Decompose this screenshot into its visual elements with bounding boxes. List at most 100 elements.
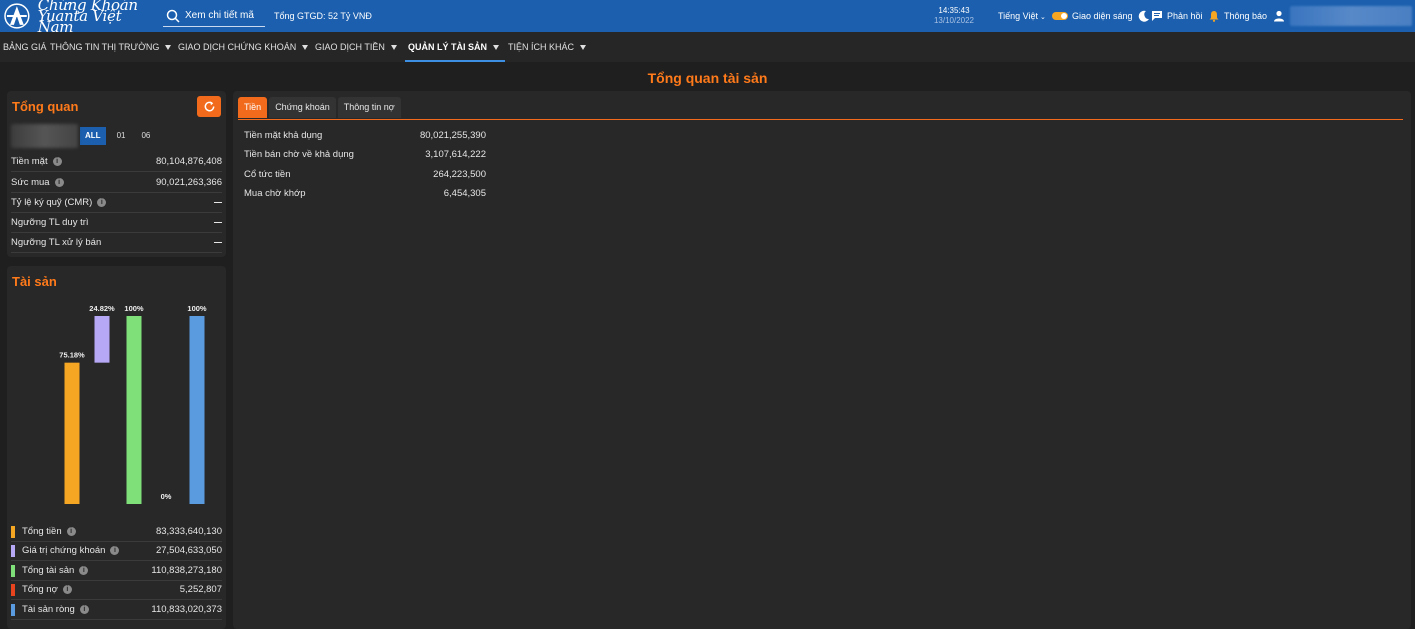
legend-row: Tổng nợ i 5,252,807 xyxy=(11,580,222,600)
info-icon[interactable]: i xyxy=(62,585,72,594)
legend-value: 83,333,640,130 xyxy=(155,526,222,537)
search-placeholder: Xem chi tiết mã xyxy=(185,10,254,21)
bar-1 xyxy=(64,362,80,504)
bar-2 xyxy=(94,316,110,363)
nav-label: BẢNG GIÁ xyxy=(3,42,47,52)
account-tab-01[interactable]: 01 xyxy=(112,127,131,145)
overview-row-liquidation-ratio: Ngưỡng TL xử lý bán xyxy=(11,233,222,253)
cash-value: 3,107,614,222 xyxy=(425,149,486,160)
row-label: Ngưỡng TL xử lý bán xyxy=(11,237,102,248)
account-name-blurred[interactable] xyxy=(1290,6,1412,26)
info-icon[interactable]: i xyxy=(110,546,120,555)
legend-value: 110,838,273,180 xyxy=(151,565,222,576)
tab-debt-info[interactable]: Thông tin nợ xyxy=(337,97,401,118)
feedback-icon xyxy=(1152,11,1162,21)
overview-title: Tổng quan xyxy=(12,99,79,114)
nav-label: QUẢN LÝ TÀI SẢN xyxy=(408,42,488,52)
nav-item-bang-gia[interactable]: BẢNG GIÁ xyxy=(3,42,47,52)
info-icon[interactable]: i xyxy=(79,605,89,614)
tab-divider xyxy=(238,119,1403,120)
cash-value: 6,454,305 xyxy=(443,188,486,199)
notification-button[interactable]: Thông báo xyxy=(1208,10,1267,22)
tab-securities[interactable]: Chứng khoán xyxy=(269,97,336,118)
asset-detail-panel: Tiền Chứng khoán Thông tin nợ Tiền mặt k… xyxy=(233,91,1411,629)
cash-label: Tiền bán chờ về khả dụng xyxy=(244,149,354,160)
language-label: Tiếng Việt xyxy=(998,11,1039,21)
legend-label: Tổng tài sản i xyxy=(11,564,89,577)
user-menu[interactable] xyxy=(1273,9,1289,27)
row-label: Sức mua i xyxy=(11,177,64,188)
cash-row-pending-buy: Mua chờ khớp 6,454,305 xyxy=(244,188,486,199)
nav-label: GIAO DỊCH TIỀN xyxy=(315,42,385,52)
logo-line2: Yuanta Việt Nam xyxy=(37,6,122,36)
logo-icon xyxy=(4,3,30,29)
legend-swatch xyxy=(11,603,15,616)
clock-time: 14:35:43 xyxy=(938,6,970,15)
nav-active-indicator xyxy=(405,60,505,62)
total-trade-value: Tổng GTGD: 52 Tỷ VNĐ xyxy=(274,11,372,21)
info-icon[interactable]: i xyxy=(66,527,76,536)
legend-label: Tài sản ròng i xyxy=(11,603,89,616)
legend-label: Tổng nợ i xyxy=(11,583,72,596)
account-tab-06[interactable]: 06 xyxy=(136,127,155,145)
caret-down-icon xyxy=(580,44,587,50)
info-icon[interactable]: i xyxy=(54,178,64,187)
info-icon[interactable]: i xyxy=(97,198,107,207)
legend-label-text: Tổng tài sản xyxy=(22,565,75,576)
info-icon[interactable]: i xyxy=(52,157,62,166)
legend-row: Giá trị chứng khoán i 27,504,633,050 xyxy=(11,541,222,561)
page-title: Tổng quan tài sản xyxy=(647,70,768,86)
nav-item-market-info[interactable]: THÔNG TIN THỊ TRƯỜNG xyxy=(50,42,172,52)
legend-swatch xyxy=(11,564,15,577)
nav-label: TIỆN ÍCH KHÁC xyxy=(508,42,575,52)
account-selector: ALL 01 06 xyxy=(11,124,155,148)
legend-row: Tổng tài sản i 110,838,273,180 xyxy=(11,561,222,581)
empty-value-dash xyxy=(214,202,222,203)
top-header: Chứng Khoán Yuanta Việt Nam Xem chi tiết… xyxy=(0,0,1415,34)
empty-value-dash xyxy=(214,242,222,243)
legend-value: 27,504,633,050 xyxy=(155,545,222,556)
cash-row-pending-sale: Tiền bán chờ về khả dụng 3,107,614,222 xyxy=(244,149,486,160)
caret-down-icon xyxy=(493,44,500,50)
search-input[interactable]: Xem chi tiết mã xyxy=(163,5,265,27)
feedback-button[interactable]: Phản hồi xyxy=(1151,10,1203,22)
nav-item-stock-trading[interactable]: GIAO DỊCH CHỨNG KHOÁN xyxy=(178,42,309,52)
tab-cash[interactable]: Tiền xyxy=(238,97,268,118)
row-value: 90,021,263,366 xyxy=(155,177,222,188)
assets-panel: Tài sản 75.18% 24.82% 100% 0% 100% Tổng tiền… xyxy=(7,266,226,629)
search-icon xyxy=(166,9,180,23)
info-icon[interactable]: i xyxy=(79,566,89,575)
account-tab-all[interactable]: ALL xyxy=(80,127,106,145)
bar-5 xyxy=(189,316,205,504)
nav-item-asset-management[interactable]: QUẢN LÝ TÀI SẢN xyxy=(408,42,500,52)
clock: 14:35:43 13/10/2022 xyxy=(930,6,978,26)
asset-chart: 75.18% 24.82% 100% 0% 100% xyxy=(59,304,207,504)
legend-label-text: Tổng nợ xyxy=(22,584,58,595)
nav-item-utilities[interactable]: TIỆN ÍCH KHÁC xyxy=(508,42,587,52)
nav-label: GIAO DỊCH CHỨNG KHOÁN xyxy=(178,42,297,52)
toggle-switch[interactable] xyxy=(1052,12,1068,20)
notify-label: Thông báo xyxy=(1224,11,1268,21)
cash-row-dividend: Cổ tức tiền 264,223,500 xyxy=(244,169,486,180)
cash-label: Tiền mặt khả dụng xyxy=(244,130,323,141)
refresh-button[interactable] xyxy=(197,96,221,117)
theme-toggle[interactable]: Giao diện sáng xyxy=(1052,10,1150,22)
legend-label: Tổng tiền i xyxy=(11,525,76,538)
empty-value-dash xyxy=(214,222,222,223)
cash-label: Mua chờ khớp xyxy=(244,188,306,199)
moon-icon[interactable] xyxy=(1138,10,1150,22)
language-select[interactable]: Tiếng Việt ⌄ xyxy=(998,11,1046,21)
cash-row-available: Tiền mặt khả dụng 80,021,255,390 xyxy=(244,130,486,141)
nav-item-cash-trading[interactable]: GIAO DỊCH TIỀN xyxy=(315,42,397,52)
legend-value: 5,252,807 xyxy=(179,584,222,595)
clock-date: 13/10/2022 xyxy=(933,16,975,25)
overview-row-cash: Tiền mặt i 80,104,876,408 xyxy=(11,152,222,172)
caret-down-icon xyxy=(302,44,309,50)
assets-title: Tài sản xyxy=(12,274,57,289)
overview-panel: Tổng quan ALL 01 06 Tiền mặt i 80,104,876… xyxy=(7,91,226,257)
legend-swatch xyxy=(11,583,15,596)
legend-label-text: Giá trị chứng khoán xyxy=(22,545,106,556)
caret-down-icon xyxy=(390,44,397,50)
brand-logo[interactable]: Chứng Khoán Yuanta Việt Nam xyxy=(4,0,160,34)
legend-label-text: Tổng tiền xyxy=(22,526,62,537)
